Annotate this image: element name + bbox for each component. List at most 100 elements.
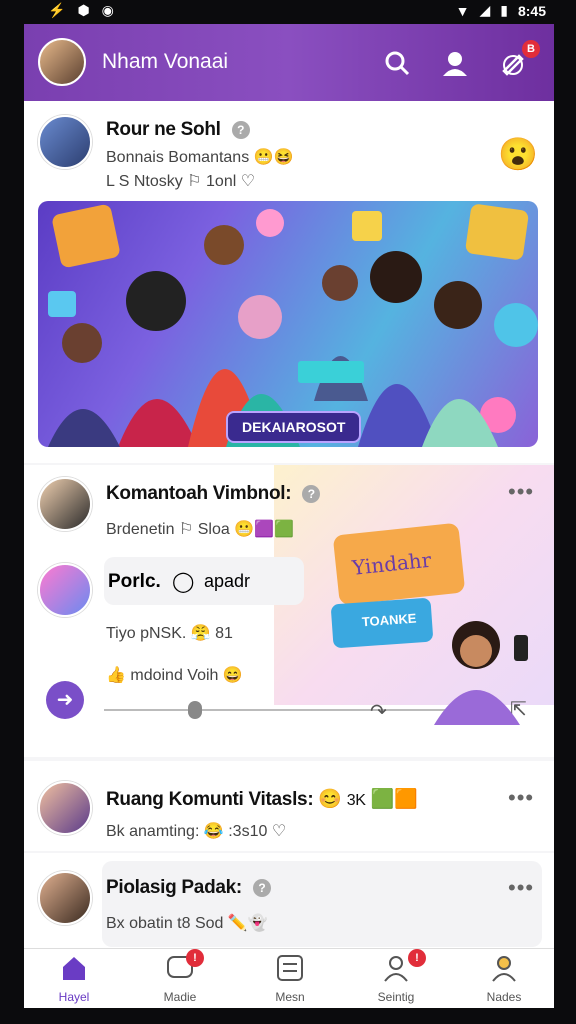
user-icon (492, 956, 516, 982)
grid-icon (277, 955, 303, 981)
reply-avatar[interactable] (38, 563, 92, 617)
reply-bubble[interactable]: Porlc. ◯ apadr (104, 557, 304, 605)
repost-icon[interactable]: ↷ (370, 699, 387, 724)
verified-icon: ? (302, 484, 321, 503)
nav-menu-label: Mesn (275, 990, 305, 1004)
nav-messages[interactable]: ! Madie (140, 949, 220, 1004)
nav-messages-badge: ! (186, 949, 204, 967)
emoji-icon: 😬😆 (253, 149, 294, 166)
post-subtitle-tail-2: Sod (194, 915, 224, 932)
more-options-button[interactable]: ••• (508, 875, 534, 901)
search-button[interactable] (380, 46, 414, 80)
post-subtitle: Bonnais Bomantans 😬😆 (106, 147, 294, 167)
profile-icon (384, 956, 408, 982)
contacts-button[interactable] (438, 46, 472, 80)
nav-profile-label: Nades (486, 990, 522, 1004)
post-subtitle-tail: :3s10 (228, 823, 268, 840)
wifi-icon: ▼ (455, 2, 470, 19)
user-icon (443, 52, 467, 76)
post-banner-image[interactable]: DEKAIAROSOT (38, 201, 538, 447)
app-header: Nham Vonaai B (24, 24, 554, 101)
post-subtitle-tail: t8 (177, 915, 191, 932)
post-action-text: mdoind Voih (130, 667, 219, 684)
verified-icon: ? (231, 120, 250, 139)
notification-badge: B (522, 40, 540, 58)
post-author-name: Rour ne Sohl (106, 119, 221, 140)
emoji-icon: 🟩🟧 (370, 789, 418, 810)
post-author-name: Ruang Komunti Vitasls: (106, 789, 314, 810)
post-author-name: Piolasig Padak: (106, 877, 242, 898)
verified-icon: ? (252, 878, 271, 897)
bolt-icon: ⚡ (48, 2, 66, 18)
signal-icon: ◢ (479, 2, 491, 18)
nav-home[interactable]: Hayel (34, 953, 114, 1004)
post-card[interactable]: Komantoah Vimbnol: ? ••• Brdenetin ⚐ Slo… (24, 465, 554, 757)
ring-icon: ◯ (172, 571, 195, 593)
post-avatar[interactable] (38, 477, 92, 531)
overlay-chat-card-2: TOANKE (330, 597, 434, 649)
profile-avatar[interactable] (38, 38, 86, 86)
nav-menu[interactable]: Mesn (250, 953, 330, 1004)
post-author[interactable]: Komantoah Vimbnol: ? (106, 483, 321, 505)
app-icon: ⬢ (77, 2, 90, 18)
post-author-name: Komantoah Vimbnol: (106, 483, 292, 504)
overlay-person-illustration (434, 621, 528, 725)
emoji-icon: 😂 (203, 823, 224, 840)
post-author-count: 3K (346, 792, 366, 809)
post-bubble (102, 861, 542, 947)
post-meta: Tiyo pNSK. 😤 81 (106, 623, 233, 643)
home-icon (63, 957, 85, 980)
nav-profile[interactable]: Nades (464, 953, 544, 1004)
location-icon: ♡ (271, 823, 287, 840)
post-author[interactable]: Rour ne Sohl ? (106, 119, 250, 141)
reaction-emoji-icon[interactable]: 😮 (498, 135, 538, 173)
post-avatar[interactable] (38, 781, 92, 835)
post-meta-text: L S Ntosky (106, 173, 183, 190)
location-icon: ♡ (240, 173, 256, 190)
post-author[interactable]: Ruang Komunti Vitasls: 😊 3K 🟩🟧 (106, 787, 418, 811)
post-meta-count: 81 (215, 625, 233, 642)
post-card[interactable]: Ruang Komunti Vitasls: 😊 3K 🟩🟧 ••• Bk an… (24, 761, 554, 851)
clock: 8:45 (517, 2, 546, 19)
post-action-row: 👍 mdoind Voih 😄 (106, 665, 243, 685)
more-options-button[interactable]: ••• (508, 479, 534, 505)
emoji-icon: ✏️👻 (227, 915, 268, 932)
status-bar: ⚡ ⬢ ◉ ▼ ◢ ▮ 8:45 (0, 0, 576, 22)
nav-home-label: Hayel (58, 990, 90, 1004)
post-subtitle-text: Bk anamting: (106, 823, 200, 840)
post-meta: L S Ntosky ⚐ 1onl ♡ (106, 171, 255, 191)
emoji-icon: 😊 (318, 789, 342, 810)
post-meta-text: Tiyo pNSK. (106, 625, 187, 642)
search-icon (385, 51, 410, 76)
post-subtitle: Brdenetin ⚐ Sloa 😬🟪🟩 (106, 519, 294, 539)
post-subtitle: Bk anamting: 😂 :3s10 ♡ (106, 821, 286, 841)
header-title: Nham Vonaai (102, 50, 229, 73)
notifications-button[interactable]: B (496, 40, 540, 80)
battery-icon: ▮ (500, 2, 508, 18)
progress-thumb[interactable] (188, 701, 202, 719)
thumb-icon[interactable]: 👍 (106, 667, 126, 684)
post-author[interactable]: Piolasig Padak: ? (106, 877, 271, 899)
tag-icon: ⚐ (178, 521, 194, 538)
overlay-card2-text: TOANKE (361, 610, 417, 630)
tag-icon: ⚐ (187, 173, 202, 190)
post-meta-time: 1onl (206, 173, 237, 190)
emoji-icon: 😄 (222, 667, 243, 684)
send-button[interactable]: ➜ (46, 681, 84, 719)
nav-messages-label: Madie (163, 990, 197, 1004)
more-options-button[interactable]: ••• (508, 785, 534, 811)
banner-cta-button[interactable]: DEKAIAROSOT (226, 411, 362, 443)
emoji-icon: 😤 (190, 625, 211, 642)
nav-settings[interactable]: ! Seintig (356, 949, 436, 1004)
post-subtitle-text: Brdenetin (106, 521, 175, 538)
camera-icon: ◉ (101, 2, 114, 18)
emoji-icon: 😬🟪🟩 (234, 521, 294, 538)
post-card[interactable]: Rour ne Sohl ? Bonnais Bomantans 😬😆 L S … (24, 101, 554, 463)
post-subtitle: Bx obatin t8 Sod ✏️👻 (106, 913, 268, 933)
nav-settings-label: Seintig (377, 990, 415, 1004)
post-avatar[interactable] (38, 871, 92, 925)
post-avatar[interactable] (38, 115, 92, 169)
post-card[interactable]: Piolasig Padak: ? ••• Bx obatin t8 Sod ✏… (24, 853, 554, 963)
reply-author: Porlc. (108, 571, 161, 592)
post-subtitle-tail: Sloa (197, 521, 230, 538)
